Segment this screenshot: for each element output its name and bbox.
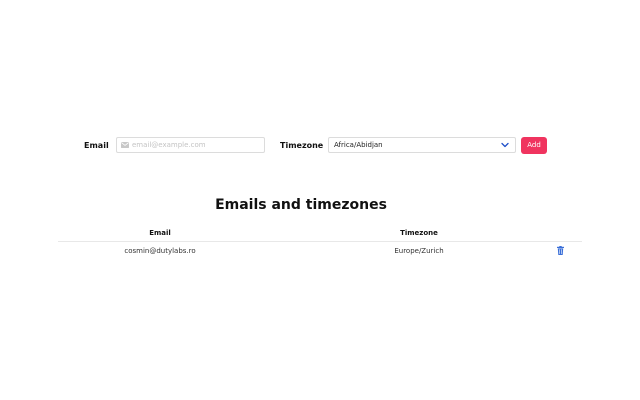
add-email-form: Email Timezone Africa/Abidjan Add [0, 137, 640, 155]
timezone-select[interactable]: Africa/Abidjan [328, 137, 516, 153]
timezone-selected-value: Africa/Abidjan [334, 141, 383, 149]
page: Email Timezone Africa/Abidjan Add Emails… [0, 0, 640, 400]
emails-table: Email Timezone cosmin@dutylabs.ro Europe… [58, 226, 582, 260]
table-header: Email Timezone [58, 226, 582, 242]
email-label: Email [84, 141, 109, 150]
email-input[interactable] [132, 138, 262, 152]
section-title: Emails and timezones [215, 197, 387, 213]
email-field-wrapper[interactable] [116, 137, 265, 153]
column-header-timezone: Timezone [400, 229, 438, 237]
row-timezone: Europe/Zurich [394, 247, 444, 255]
timezone-label: Timezone [280, 141, 324, 150]
mail-icon [121, 142, 129, 148]
chevron-down-icon [501, 142, 509, 148]
add-button[interactable]: Add [521, 137, 547, 154]
table-row: cosmin@dutylabs.ro Europe/Zurich [58, 242, 582, 260]
column-header-email: Email [149, 229, 171, 237]
row-email: cosmin@dutylabs.ro [124, 247, 196, 255]
trash-icon[interactable] [557, 246, 564, 255]
